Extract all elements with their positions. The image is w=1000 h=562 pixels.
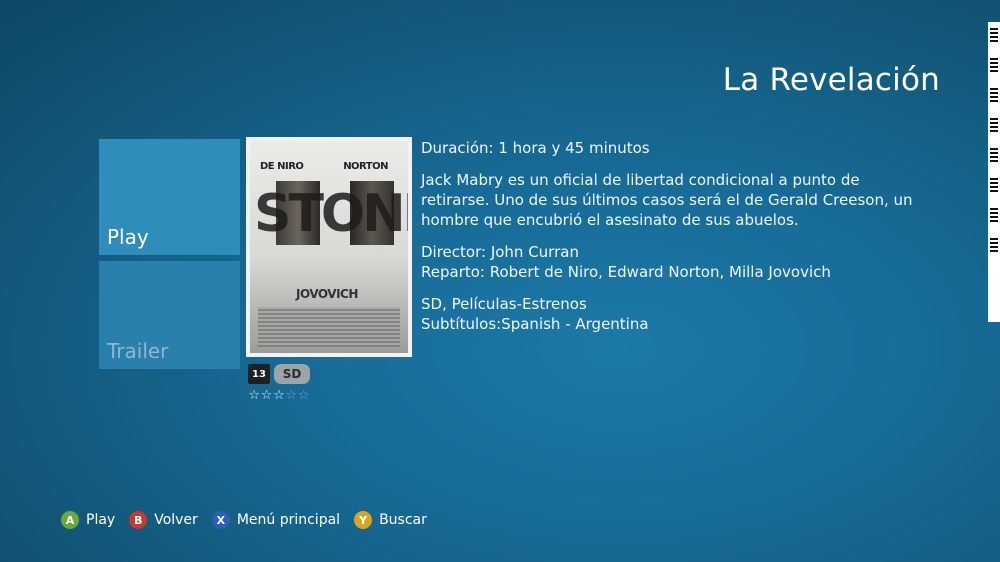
- controller-hints-bar: A Play B Volver X Menú principal Y Busca…: [61, 511, 441, 529]
- play-tile-button[interactable]: Play: [99, 139, 240, 255]
- barcode-mark: [990, 86, 998, 102]
- movie-poster: DE NIRO NORTON STONE JOVOVICH: [246, 137, 412, 357]
- barcode-mark: [990, 146, 998, 162]
- poster-actor-2: NORTON: [343, 161, 388, 172]
- movie-info-panel: Duración: 1 hora y 45 minutos Jack Mabry…: [421, 138, 921, 334]
- hint-x-main-menu[interactable]: X Menú principal: [211, 511, 341, 529]
- hint-y-search[interactable]: Y Buscar: [354, 511, 427, 529]
- hint-label: Volver: [154, 512, 198, 528]
- hint-label: Buscar: [379, 512, 427, 528]
- a-button-icon: A: [61, 511, 79, 529]
- hint-label: Play: [86, 512, 116, 528]
- barcode-mark: [990, 236, 998, 252]
- barcode-mark: [990, 26, 998, 42]
- star-empty-icon: ☆: [285, 388, 298, 403]
- x-button-icon: X: [211, 511, 230, 529]
- y-button-icon: Y: [354, 511, 373, 529]
- barcode-mark: [990, 56, 998, 72]
- age-rating-badge: 13: [248, 364, 270, 384]
- play-tile-label: Play: [107, 225, 149, 249]
- hint-label: Menú principal: [236, 512, 341, 528]
- category-text: SD, Películas-Estrenos: [421, 295, 587, 313]
- director-text: Director: John Curran: [421, 243, 579, 261]
- subtitles-text: Subtítulos:Spanish - Argentina: [421, 315, 649, 333]
- barcode-mark: [990, 116, 998, 132]
- poster-actor-3: JOVOVICH: [296, 287, 358, 301]
- hint-b-back[interactable]: B Volver: [129, 511, 198, 529]
- poster-actor-1: DE NIRO: [260, 161, 304, 172]
- star-empty-icon: ☆: [297, 388, 310, 403]
- poster-artwork: DE NIRO NORTON STONE JOVOVICH: [250, 141, 408, 353]
- cast-text: Reparto: Robert de Niro, Edward Norton, …: [421, 263, 831, 281]
- synopsis-text: Jack Mabry es un oficial de libertad con…: [421, 171, 913, 229]
- star-rating: ☆ ☆ ☆ ☆ ☆: [248, 389, 310, 402]
- poster-billing-block: [258, 307, 400, 347]
- page-title: La Revelación: [722, 62, 940, 98]
- trailer-tile-button[interactable]: Trailer: [99, 261, 240, 369]
- star-filled-icon: ☆: [273, 388, 285, 403]
- star-filled-icon: ☆: [260, 388, 273, 403]
- star-filled-icon: ☆: [248, 388, 261, 403]
- duration-text: Duración: 1 hora y 45 minutos: [421, 139, 650, 157]
- barcode-mark: [990, 206, 998, 222]
- hint-a-play[interactable]: A Play: [61, 511, 115, 529]
- side-barcode-strip: [988, 22, 1000, 322]
- barcode-mark: [990, 176, 998, 192]
- trailer-tile-label: Trailer: [107, 339, 169, 363]
- b-button-icon: B: [129, 511, 148, 529]
- poster-movie-title: STONE: [254, 184, 408, 244]
- quality-badge: SD: [274, 364, 310, 384]
